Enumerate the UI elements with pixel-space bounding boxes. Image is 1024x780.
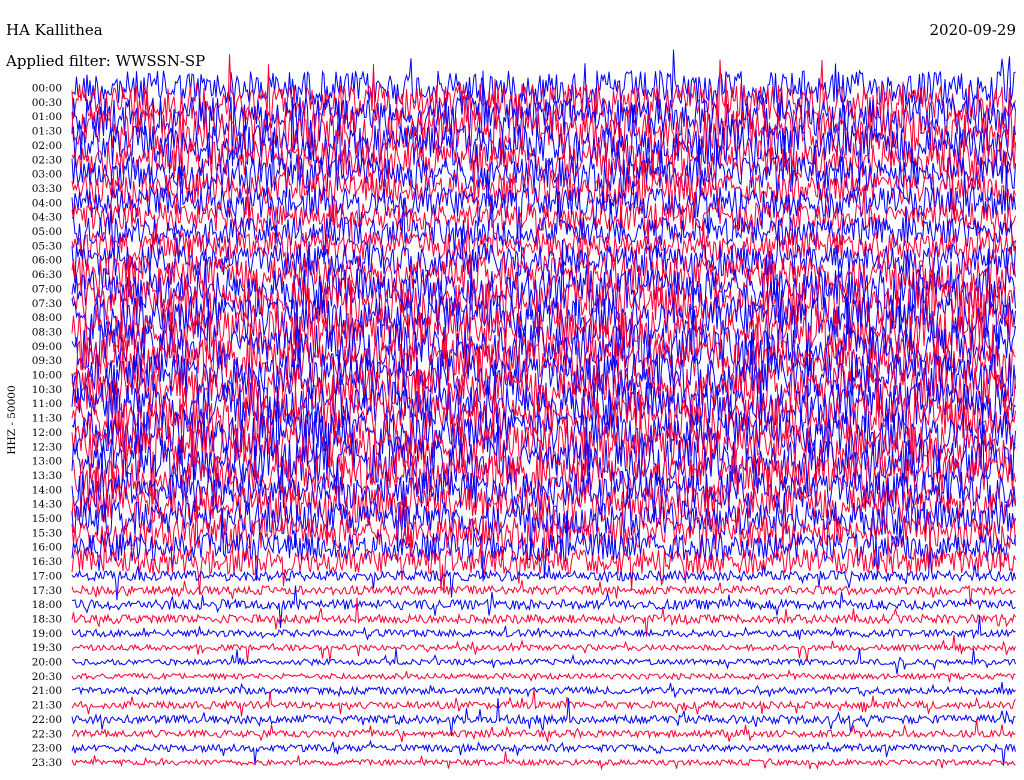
time-tick-label: 10:30 bbox=[32, 384, 62, 396]
trace-line-2330 bbox=[71, 751, 1016, 771]
time-tick-label: 21:00 bbox=[32, 685, 62, 697]
time-tick-label: 15:00 bbox=[32, 513, 62, 525]
time-tick-label: 04:00 bbox=[32, 197, 62, 209]
time-tick-label: 12:30 bbox=[32, 441, 62, 453]
time-tick-label: 05:00 bbox=[32, 226, 62, 238]
time-tick-label: 09:00 bbox=[32, 341, 62, 353]
time-tick-label: 19:30 bbox=[32, 642, 62, 654]
time-tick-labels: 00:00 00:30 01:00 01:30 02:00 02:30 03:00 03:30… bbox=[32, 83, 62, 769]
time-tick-label: 11:00 bbox=[32, 398, 62, 410]
seismogram-helicorder: 00:00 00:30 01:00 01:30 02:00 02:30 03:00 03:30… bbox=[5, 21, 1016, 771]
time-tick-label: 18:30 bbox=[32, 613, 62, 625]
time-tick-label: 13:00 bbox=[32, 456, 62, 468]
trace-line-1930 bbox=[71, 634, 1016, 662]
time-tick-label: 07:30 bbox=[32, 298, 62, 310]
time-tick-label: 08:00 bbox=[32, 312, 62, 324]
time-tick-label: 12:00 bbox=[32, 427, 62, 439]
time-tick-label: 18:00 bbox=[32, 599, 62, 611]
time-tick-label: 07:00 bbox=[32, 283, 62, 295]
time-tick-label: 22:00 bbox=[32, 714, 62, 726]
time-tick-label: 01:00 bbox=[32, 111, 62, 123]
trace-line-2130 bbox=[71, 689, 1016, 717]
time-tick-label: 06:00 bbox=[32, 255, 62, 267]
time-tick-label: 13:30 bbox=[32, 470, 62, 482]
time-tick-label: 11:30 bbox=[32, 413, 62, 425]
time-tick-label: 20:30 bbox=[32, 671, 62, 683]
date-label: 2020-09-29 bbox=[930, 21, 1016, 39]
time-tick-label: 09:30 bbox=[32, 355, 62, 367]
time-tick-label: 17:30 bbox=[32, 585, 62, 597]
time-tick-label: 00:00 bbox=[32, 83, 62, 95]
time-tick-label: 06:30 bbox=[32, 269, 62, 281]
time-tick-label: 04:30 bbox=[32, 212, 62, 224]
trace-line-0930 bbox=[71, 310, 1016, 400]
time-tick-label: 03:30 bbox=[32, 183, 62, 195]
time-tick-label: 15:30 bbox=[32, 527, 62, 539]
time-tick-label: 20:00 bbox=[32, 657, 62, 669]
trace-line-0700 bbox=[71, 239, 1016, 335]
time-tick-label: 14:00 bbox=[32, 484, 62, 496]
time-tick-label: 23:00 bbox=[32, 743, 62, 755]
station-title: HA Kallithea bbox=[6, 21, 103, 39]
time-tick-label: 01:30 bbox=[32, 126, 62, 138]
time-tick-label: 02:30 bbox=[32, 154, 62, 166]
time-tick-label: 10:00 bbox=[32, 370, 62, 382]
trace-line-2030 bbox=[71, 668, 1016, 683]
time-tick-label: 08:30 bbox=[32, 326, 62, 338]
trace-layer bbox=[71, 49, 1016, 771]
time-tick-label: 17:00 bbox=[32, 570, 62, 582]
time-tick-label: 16:00 bbox=[32, 542, 62, 554]
time-tick-label: 23:30 bbox=[32, 757, 62, 769]
y-axis-label: HHZ - 50000 bbox=[6, 385, 18, 454]
time-tick-label: 16:30 bbox=[32, 556, 62, 568]
trace-line-2000 bbox=[71, 648, 1016, 675]
time-tick-label: 19:00 bbox=[32, 628, 62, 640]
trace-line-2100 bbox=[71, 682, 1016, 698]
time-tick-label: 03:00 bbox=[32, 169, 62, 181]
time-tick-label: 02:00 bbox=[32, 140, 62, 152]
time-tick-label: 00:30 bbox=[32, 97, 62, 109]
time-tick-label: 14:30 bbox=[32, 499, 62, 511]
time-tick-label: 22:30 bbox=[32, 728, 62, 740]
time-tick-label: 21:30 bbox=[32, 700, 62, 712]
time-tick-label: 05:30 bbox=[32, 240, 62, 252]
filter-label: Applied filter: WWSSN-SP bbox=[5, 52, 205, 70]
trace-line-1730 bbox=[71, 580, 1016, 606]
